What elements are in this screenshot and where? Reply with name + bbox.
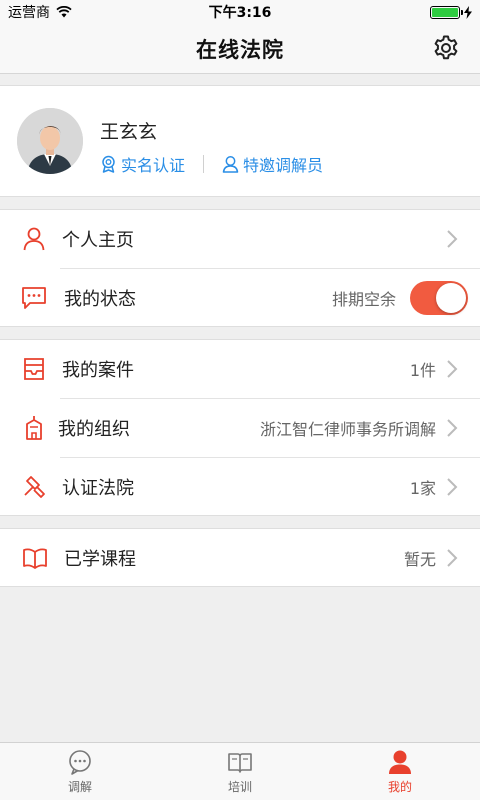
courts-value: 1家 <box>409 479 436 498</box>
menu-item-courses[interactable]: 已学课程 暂无 <box>0 529 480 587</box>
wifi-icon <box>56 6 72 18</box>
invited-mediator-label: 特邀调解员 <box>243 156 324 175</box>
gear-icon[interactable] <box>432 34 460 62</box>
chevron-right-icon <box>447 478 458 496</box>
chat-icon <box>21 285 47 311</box>
battery-icon <box>430 5 463 19</box>
real-name-badge[interactable]: 实名认证 <box>100 152 185 176</box>
cases-value: 1件 <box>409 361 436 380</box>
courses-value: 暂无 <box>403 550 436 569</box>
status-toggle[interactable] <box>410 281 468 315</box>
user-name: 王玄玄 <box>100 121 158 143</box>
invited-mediator-badge[interactable]: 特邀调解员 <box>222 152 323 176</box>
chevron-right-icon <box>447 230 458 248</box>
menu-group-work: 我的案件 1件 我的组织 浙江智仁律师事务所调解 认证法院 1家 <box>0 339 480 516</box>
carrier-label: 运营商 <box>8 5 50 21</box>
menu-item-my-organization[interactable]: 我的组织 浙江智仁律师事务所调解 <box>0 399 480 457</box>
chat-bubbles-icon <box>69 750 91 775</box>
menu-label: 我的组织 <box>58 419 130 440</box>
tab-label: 调解 <box>67 780 92 794</box>
book-open-icon <box>228 753 252 773</box>
real-name-label: 实名认证 <box>121 156 186 175</box>
user-icon <box>389 750 411 774</box>
menu-label: 我的案件 <box>62 360 134 381</box>
nav-bar: 在线法院 <box>0 24 480 74</box>
chevron-right-icon <box>447 419 458 437</box>
menu-item-personal-home[interactable]: 个人主页 <box>0 210 480 268</box>
menu-label: 认证法院 <box>62 478 134 499</box>
person-icon <box>21 226 47 252</box>
tab-bar: 调解 培训 我的 <box>0 742 480 800</box>
inbox-icon <box>21 356 47 382</box>
status-left: 运营商 <box>8 2 72 22</box>
avatar-image <box>17 108 83 174</box>
tab-label: 我的 <box>387 780 412 794</box>
status-value: 排期空余 <box>331 290 396 309</box>
menu-label: 已学课程 <box>64 549 136 570</box>
chevron-right-icon <box>447 360 458 378</box>
organization-value: 浙江智仁律师事务所调解 <box>259 420 436 439</box>
chevron-right-icon <box>447 549 458 567</box>
badge-divider <box>203 155 205 173</box>
award-icon <box>102 155 115 173</box>
person-outline-icon <box>222 156 239 173</box>
menu-group-learning: 已学课程 暂无 <box>0 528 480 587</box>
profile-badges: 实名认证 特邀调解员 <box>100 152 323 176</box>
status-time: 下午3:16 <box>208 5 272 21</box>
menu-item-certified-courts[interactable]: 认证法院 1家 <box>0 458 480 516</box>
profile-card[interactable]: 王玄玄 实名认证 特邀调解员 <box>0 85 480 197</box>
tab-mine[interactable]: 我的 <box>320 743 480 800</box>
menu-label: 我的状态 <box>64 289 136 310</box>
gavel-icon <box>21 474 47 500</box>
menu-group-personal: 个人主页 我的状态 排期空余 <box>0 209 480 327</box>
book-icon <box>22 545 48 571</box>
menu-item-my-status[interactable]: 我的状态 排期空余 <box>0 269 480 327</box>
page-title: 在线法院 <box>196 37 284 62</box>
status-bar: 运营商 下午3:16 <box>0 0 480 24</box>
toggle-knob <box>436 283 466 313</box>
status-right <box>430 5 472 19</box>
tab-mediation[interactable]: 调解 <box>0 743 160 800</box>
charging-icon <box>464 5 472 19</box>
building-icon <box>21 415 47 441</box>
menu-item-my-cases[interactable]: 我的案件 1件 <box>0 340 480 398</box>
menu-label: 个人主页 <box>62 230 134 251</box>
avatar[interactable] <box>17 108 83 174</box>
tab-label: 培训 <box>227 780 252 794</box>
tab-training[interactable]: 培训 <box>160 743 320 800</box>
